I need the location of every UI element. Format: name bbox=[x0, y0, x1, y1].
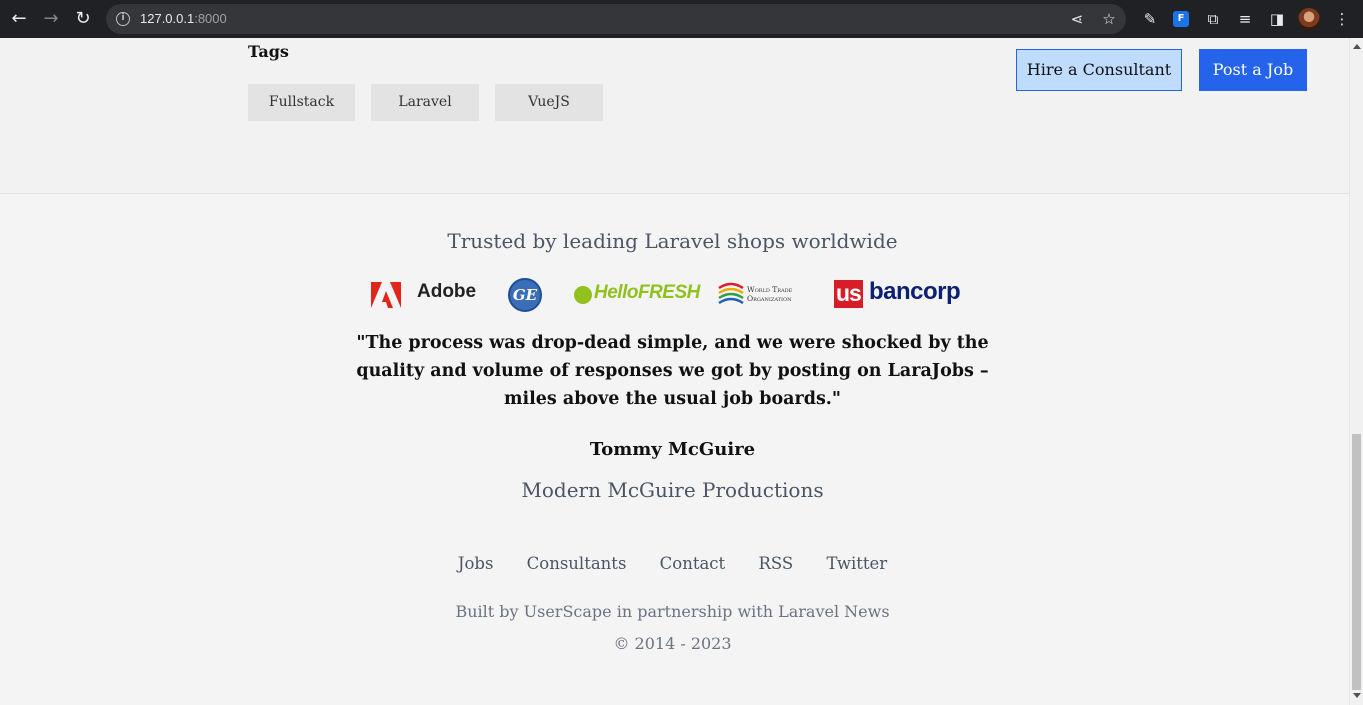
ge-monogram: GE bbox=[512, 286, 538, 304]
footer-link-contact[interactable]: Contact bbox=[660, 554, 726, 573]
adobe-wordmark: Adobe bbox=[417, 281, 477, 302]
browser-toolbar: ← → ↻ i 127.0.0.1:8000 ⋖ ☆ ✎ F ⧉ ≡ ◨ ⋮ bbox=[0, 0, 1363, 38]
extensions-puzzle-icon[interactable]: ⧉ bbox=[1203, 9, 1223, 29]
hire-consultant-button[interactable]: Hire a Consultant bbox=[1016, 49, 1182, 91]
address-bar[interactable]: i 127.0.0.1:8000 ⋖ ☆ bbox=[106, 4, 1126, 34]
usbank-us-mark: us bbox=[834, 280, 863, 308]
lime-icon bbox=[574, 286, 592, 304]
ge-logo: GE bbox=[508, 278, 542, 312]
tag-vuejs[interactable]: VueJS bbox=[495, 84, 603, 121]
wto-logo: World Trade Organization bbox=[717, 280, 792, 312]
reload-icon[interactable]: ↻ bbox=[73, 9, 93, 29]
wto-mark-icon bbox=[718, 282, 744, 305]
testimonial-quote: "The process was drop-dead simple, and w… bbox=[356, 333, 989, 409]
wto-line-1: World Trade bbox=[747, 285, 793, 294]
scrollbar-thumb[interactable] bbox=[1352, 434, 1361, 690]
bookmark-star-icon[interactable]: ☆ bbox=[1100, 10, 1118, 28]
forward-arrow-icon[interactable]: → bbox=[41, 9, 61, 29]
back-arrow-icon[interactable]: ← bbox=[9, 9, 29, 29]
pen-extension-icon[interactable]: ✎ bbox=[1140, 9, 1160, 29]
profile-avatar[interactable] bbox=[1298, 8, 1320, 30]
scroll-down-arrow-icon[interactable] bbox=[1353, 693, 1361, 698]
media-control-icon[interactable]: ≡ bbox=[1235, 9, 1255, 29]
tag-fullstack[interactable]: Fullstack bbox=[248, 84, 355, 121]
page-content: Tags Fullstack Laravel VueJS Hire a Cons… bbox=[0, 38, 1349, 705]
tag-laravel[interactable]: Laravel bbox=[371, 84, 479, 121]
url-text[interactable]: 127.0.0.1:8000 bbox=[140, 11, 227, 26]
footer-link-rss[interactable]: RSS bbox=[758, 554, 793, 573]
share-icon[interactable]: ⋖ bbox=[1068, 10, 1086, 28]
post-job-button[interactable]: Post a Job bbox=[1199, 49, 1307, 91]
built-by-text: Built by UserScape in partnership with L… bbox=[455, 602, 890, 621]
site-info-icon[interactable]: i bbox=[116, 12, 130, 26]
footer: Trusted by leading Laravel shops worldwi… bbox=[0, 194, 1349, 705]
trusted-heading: Trusted by leading Laravel shops worldwi… bbox=[447, 229, 898, 253]
adobe-logo: Adobe bbox=[371, 281, 481, 312]
hellofresh-wordmark: HelloFRESH bbox=[594, 282, 700, 303]
footer-link-twitter[interactable]: Twitter bbox=[826, 554, 887, 573]
scroll-up-arrow-icon[interactable] bbox=[1353, 44, 1361, 49]
testimonial-author: Tommy McGuire bbox=[589, 439, 756, 460]
footer-link-consultants[interactable]: Consultants bbox=[527, 554, 627, 573]
usbank-wordmark: bancorp bbox=[869, 278, 961, 305]
testimonial-company: Modern McGuire Productions bbox=[521, 478, 824, 502]
footer-nav: Jobs Consultants Contact RSS Twitter bbox=[0, 554, 1345, 573]
tags-heading: Tags bbox=[248, 42, 289, 61]
page-scrollbar[interactable] bbox=[1349, 38, 1363, 705]
side-panel-icon[interactable]: ◨ bbox=[1267, 9, 1287, 29]
menu-kebab-icon[interactable]: ⋮ bbox=[1332, 9, 1352, 29]
footer-link-jobs[interactable]: Jobs bbox=[458, 554, 494, 573]
wto-line-2: Organization bbox=[747, 294, 792, 303]
copyright-text: © 2014 - 2023 bbox=[613, 634, 732, 653]
ft-extension-icon[interactable]: F bbox=[1173, 11, 1189, 27]
